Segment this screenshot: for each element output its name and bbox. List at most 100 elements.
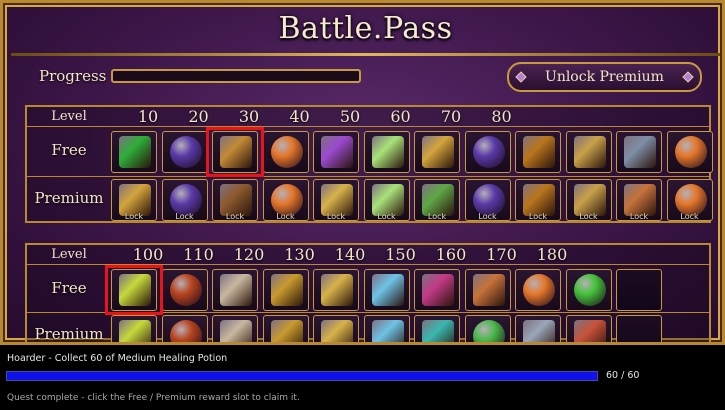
- reward-slot[interactable]: [262, 131, 309, 173]
- purple-orb-icon: [472, 136, 505, 168]
- reward-slot[interactable]: [111, 131, 157, 173]
- reward-slot[interactable]: [161, 131, 208, 173]
- level-number: 100: [132, 245, 164, 264]
- reward-slot[interactable]: [414, 131, 460, 173]
- gem-icon: [682, 71, 694, 83]
- reward-slot[interactable]: [414, 315, 460, 342]
- purple-backpack-icon: [321, 136, 353, 168]
- lock-label: Lock: [175, 212, 194, 221]
- reward-slot[interactable]: [161, 269, 208, 311]
- unlock-premium-button[interactable]: Unlock Premium: [507, 62, 702, 92]
- tier-block-2: Level 100 110 120 130 140 150 160 170 180 Free Prem…: [25, 243, 711, 342]
- orange-egg-icon: [270, 136, 303, 168]
- reward-slot[interactable]: Lock: [515, 179, 561, 221]
- reward-slot[interactable]: [363, 315, 410, 342]
- reward-slot[interactable]: [212, 131, 258, 173]
- gold-chestplate-icon: [220, 136, 252, 168]
- progress-bar: [111, 69, 361, 83]
- gold-chest-icon: [270, 320, 303, 342]
- orange-egg-icon: [523, 274, 555, 306]
- reward-slot[interactable]: [111, 269, 157, 311]
- green-scroll-icon: [119, 136, 151, 168]
- reward-slot[interactable]: [414, 269, 460, 311]
- level-number: 30: [238, 107, 260, 126]
- lock-label: Lock: [124, 212, 144, 221]
- level-number: 40: [289, 107, 310, 126]
- dragon-eye-icon: [169, 274, 202, 306]
- reward-slot[interactable]: [363, 131, 410, 173]
- reward-slot[interactable]: [111, 315, 157, 342]
- reward-slot[interactable]: [262, 315, 309, 342]
- reward-slot[interactable]: [262, 269, 309, 311]
- treasure-chest-icon: [523, 136, 555, 168]
- reward-slot[interactable]: Lock: [616, 179, 662, 221]
- reward-slot[interactable]: [565, 269, 612, 311]
- level-number: 150: [385, 245, 416, 264]
- reward-slot[interactable]: [212, 269, 258, 311]
- lock-label: Lock: [377, 212, 396, 221]
- level-number: 50: [339, 107, 361, 126]
- reward-slot[interactable]: [565, 131, 612, 173]
- reward-slot[interactable]: [464, 131, 511, 173]
- reward-slot[interactable]: [313, 315, 359, 342]
- title-divider: [11, 53, 720, 56]
- reward-slot[interactable]: [161, 315, 208, 342]
- free-row-label: Free: [51, 141, 87, 159]
- gold-scroll-icon: [119, 274, 151, 306]
- reward-slot[interactable]: Lock: [414, 179, 460, 221]
- level-number: 60: [390, 107, 411, 126]
- reward-slot[interactable]: Lock: [363, 179, 410, 221]
- gold-backpack-icon: [321, 320, 353, 342]
- quest-status-note: Quest complete - click the Free / Premiu…: [7, 393, 300, 403]
- level-number: 70: [440, 107, 462, 126]
- reward-slot[interactable]: Lock: [111, 179, 157, 221]
- quest-title: Hoarder - Collect 60 of Medium Healing P…: [7, 353, 228, 364]
- reward-slot[interactable]: [515, 315, 561, 342]
- row-divider: [27, 176, 709, 177]
- progress-label: Progress: [39, 67, 107, 85]
- dragon-skull-icon: [220, 320, 252, 342]
- reward-slot[interactable]: Lock: [212, 179, 258, 221]
- gem-icon: [515, 71, 527, 83]
- lock-label: Lock: [276, 212, 295, 221]
- reward-slot[interactable]: [565, 315, 612, 342]
- gold-chest-icon: [270, 274, 303, 306]
- reward-slot[interactable]: Lock: [565, 179, 612, 221]
- level-number: 140: [334, 245, 366, 264]
- reward-slot[interactable]: Lock: [464, 179, 511, 221]
- lock-label: Lock: [225, 212, 245, 221]
- blue-potion-icon: [371, 320, 404, 342]
- empty-reward-slot[interactable]: [616, 315, 662, 342]
- reward-slot[interactable]: [515, 269, 561, 311]
- reward-slot[interactable]: [464, 269, 511, 311]
- reward-slot[interactable]: Lock: [666, 179, 713, 221]
- reward-slot[interactable]: [464, 315, 511, 342]
- level-number: 160: [435, 245, 467, 264]
- quest-progress-fill: [7, 372, 597, 380]
- lock-label: Lock: [579, 212, 598, 221]
- unlock-premium-label: Unlock Premium: [545, 69, 664, 85]
- reward-slot[interactable]: [212, 315, 258, 342]
- premium-row-label: Premium: [34, 189, 104, 207]
- reward-slot[interactable]: [666, 131, 713, 173]
- copper-backpack-icon: [472, 274, 505, 306]
- golden-key-icon: [573, 136, 606, 168]
- lock-label: Lock: [528, 212, 548, 221]
- reward-slot[interactable]: Lock: [161, 179, 208, 221]
- rainbow-orb-icon: [472, 320, 505, 342]
- reward-slot[interactable]: [515, 131, 561, 173]
- gold-scroll-icon: [422, 136, 454, 168]
- reward-slot[interactable]: [616, 131, 662, 173]
- window-title: Battle.Pass: [278, 11, 453, 46]
- reward-slot[interactable]: [313, 269, 359, 311]
- level-number: 80: [491, 107, 512, 126]
- reward-slot[interactable]: Lock: [313, 179, 359, 221]
- reward-slot[interactable]: [313, 131, 359, 173]
- level-number: 110: [183, 245, 214, 264]
- reward-slot[interactable]: Lock: [262, 179, 309, 221]
- reward-slot[interactable]: [363, 269, 410, 311]
- green-potion-icon: [371, 136, 404, 168]
- quest-progress-bar: [6, 371, 598, 381]
- level-number: 180: [536, 245, 568, 264]
- empty-reward-slot[interactable]: [616, 269, 662, 311]
